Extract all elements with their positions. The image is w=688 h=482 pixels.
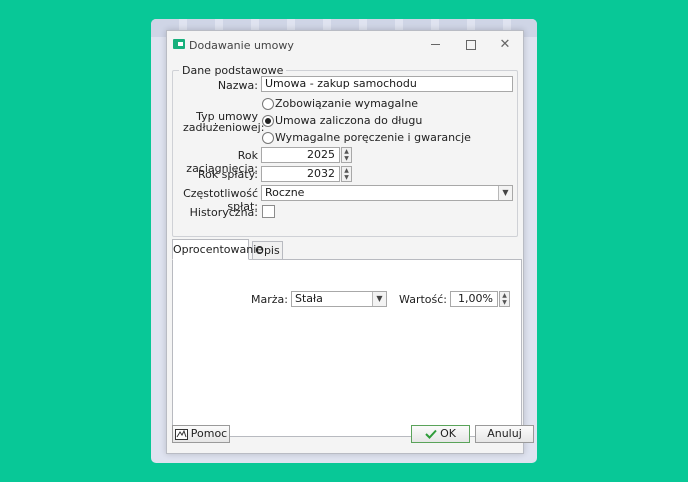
year-end-input[interactable]: 2032 (261, 166, 340, 182)
window-title: Dodawanie umowy (189, 39, 294, 52)
minimize-button[interactable] (419, 35, 451, 55)
type-option-1-label: Zobowiązanie wymagalne (275, 97, 419, 110)
name-input[interactable]: Umowa - zakup samochodu (261, 76, 513, 92)
host-frame: Dodawanie umowy ✕ Dane podstawowe Nazwa:… (151, 19, 537, 463)
historical-label: Historyczna: (189, 206, 258, 219)
spin-down-icon: ▼ (344, 155, 349, 162)
basic-data-group: Dane podstawowe Nazwa: Umowa - zakup sam… (172, 64, 518, 237)
cancel-button[interactable]: Anuluj (475, 425, 534, 443)
type-option-2-radio[interactable] (262, 115, 274, 127)
ok-label: OK (440, 427, 456, 440)
value-label: Wartość: (399, 293, 447, 306)
help-icon (174, 428, 188, 440)
app-icon (173, 39, 185, 49)
value-spinner[interactable]: ▲ ▼ (499, 291, 510, 307)
spin-down-icon: ▼ (344, 174, 349, 181)
year-start-input[interactable]: 2025 (261, 147, 340, 163)
close-icon: ✕ (499, 37, 511, 52)
close-button[interactable]: ✕ (489, 35, 521, 55)
title-bar: Dodawanie umowy ✕ (167, 31, 523, 61)
margin-select[interactable]: Stała ▼ (291, 291, 387, 307)
tab-oprocentowanie[interactable]: Oprocentowanie (172, 239, 263, 260)
help-button[interactable]: Pomoc (172, 425, 230, 443)
spin-down-icon: ▼ (502, 299, 507, 306)
type-option-1-radio[interactable] (262, 98, 274, 110)
year-start-spinner[interactable]: ▲ ▼ (341, 147, 352, 163)
spin-up-icon: ▲ (344, 167, 349, 174)
margin-label: Marża: (251, 293, 288, 306)
ok-button[interactable]: OK (411, 425, 470, 443)
type-option-2-label: Umowa zaliczona do długu (275, 114, 423, 127)
chevron-down-icon[interactable]: ▼ (372, 292, 386, 306)
frequency-select[interactable]: Roczne ▼ (261, 185, 513, 201)
chevron-down-icon[interactable]: ▼ (498, 186, 512, 200)
dialog-window: Dodawanie umowy ✕ Dane podstawowe Nazwa:… (166, 30, 534, 454)
spin-up-icon: ▲ (344, 148, 349, 155)
type-label: Typ umowy zadłużeniowej: (183, 110, 265, 134)
maximize-button[interactable] (455, 35, 487, 55)
minimize-icon (430, 44, 440, 45)
margin-value: Stała (295, 292, 323, 305)
historical-checkbox[interactable] (262, 205, 275, 218)
help-label: Pomoc (190, 427, 228, 440)
year-end-label: Rok spłaty: (197, 168, 258, 181)
maximize-icon (466, 39, 476, 50)
spin-up-icon: ▲ (502, 292, 507, 299)
type-option-3-radio[interactable] (262, 132, 274, 144)
value-input[interactable]: 1,00% (450, 291, 498, 307)
name-label: Nazwa: (217, 79, 258, 92)
year-end-spinner[interactable]: ▲ ▼ (341, 166, 352, 182)
interest-tab-panel: Marża: Stała ▼ Wartość: 1,00% ▲ ▼ (172, 259, 522, 437)
cancel-label: Anuluj (487, 427, 522, 440)
type-option-3-label: Wymagalne poręczenie i gwarancje (275, 131, 471, 144)
frequency-value: Roczne (265, 186, 305, 199)
check-icon (425, 429, 437, 439)
